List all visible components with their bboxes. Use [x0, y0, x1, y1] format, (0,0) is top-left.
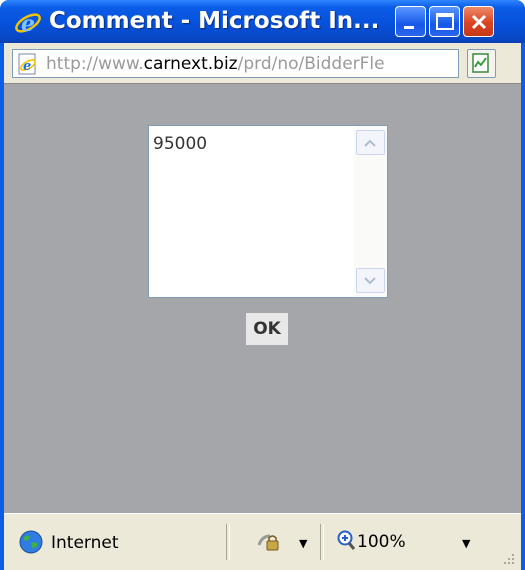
security-dropdown-icon[interactable]: ▼ [299, 537, 307, 550]
minimize-icon [404, 26, 414, 29]
svg-text:e: e [23, 59, 31, 74]
maximize-icon [436, 13, 454, 30]
ok-button[interactable]: OK [246, 313, 288, 345]
page-icon: e [17, 53, 39, 75]
zoom-dropdown-icon[interactable]: ▼ [462, 537, 470, 550]
arrow-down-icon [364, 277, 376, 285]
close-icon [471, 14, 487, 30]
ie-popup-window: e Comment - Microsoft In... e http://www… [0, 0, 525, 570]
url-path: /prd/no/BidderFle [237, 54, 385, 74]
page-report-button[interactable] [467, 49, 496, 78]
ie-logo-icon: e [13, 8, 43, 38]
zoom-level[interactable]: 100% [357, 532, 406, 552]
comment-textarea[interactable]: 95000 [148, 125, 388, 298]
svg-text:e: e [21, 11, 35, 37]
protected-mode-icon[interactable] [256, 530, 282, 554]
resize-grip-icon[interactable] [500, 550, 516, 566]
status-bar: Internet ▼ 100% ▼ [4, 513, 521, 570]
url-field[interactable]: e http://www.carnext.biz/prd/no/BidderFl… [12, 49, 459, 78]
address-bar: e http://www.carnext.biz/prd/no/BidderFl… [4, 43, 521, 83]
globe-icon [18, 529, 44, 555]
zoom-icon[interactable] [337, 530, 357, 552]
zone-label: Internet [51, 533, 119, 553]
window-title: Comment - Microsoft In... [49, 8, 380, 34]
status-divider [226, 524, 230, 560]
url-prefix: http://www. [46, 54, 144, 74]
arrow-up-icon [364, 139, 376, 147]
close-button[interactable] [463, 6, 494, 37]
vertical-scrollbar[interactable] [354, 126, 387, 297]
url-text[interactable]: http://www.carnext.biz/prd/no/BidderFle [46, 54, 456, 74]
scroll-down-button[interactable] [356, 268, 385, 293]
maximize-button[interactable] [429, 6, 460, 37]
minimize-button[interactable] [395, 6, 426, 37]
url-domain: carnext.biz [143, 54, 238, 74]
scroll-up-button[interactable] [356, 130, 385, 155]
window-frame-right [521, 43, 525, 570]
status-divider [320, 524, 324, 560]
title-bar[interactable]: e Comment - Microsoft In... [0, 0, 525, 43]
comment-value: 95000 [153, 134, 208, 154]
report-icon [472, 53, 489, 73]
page-content: 95000 OK [4, 83, 521, 514]
